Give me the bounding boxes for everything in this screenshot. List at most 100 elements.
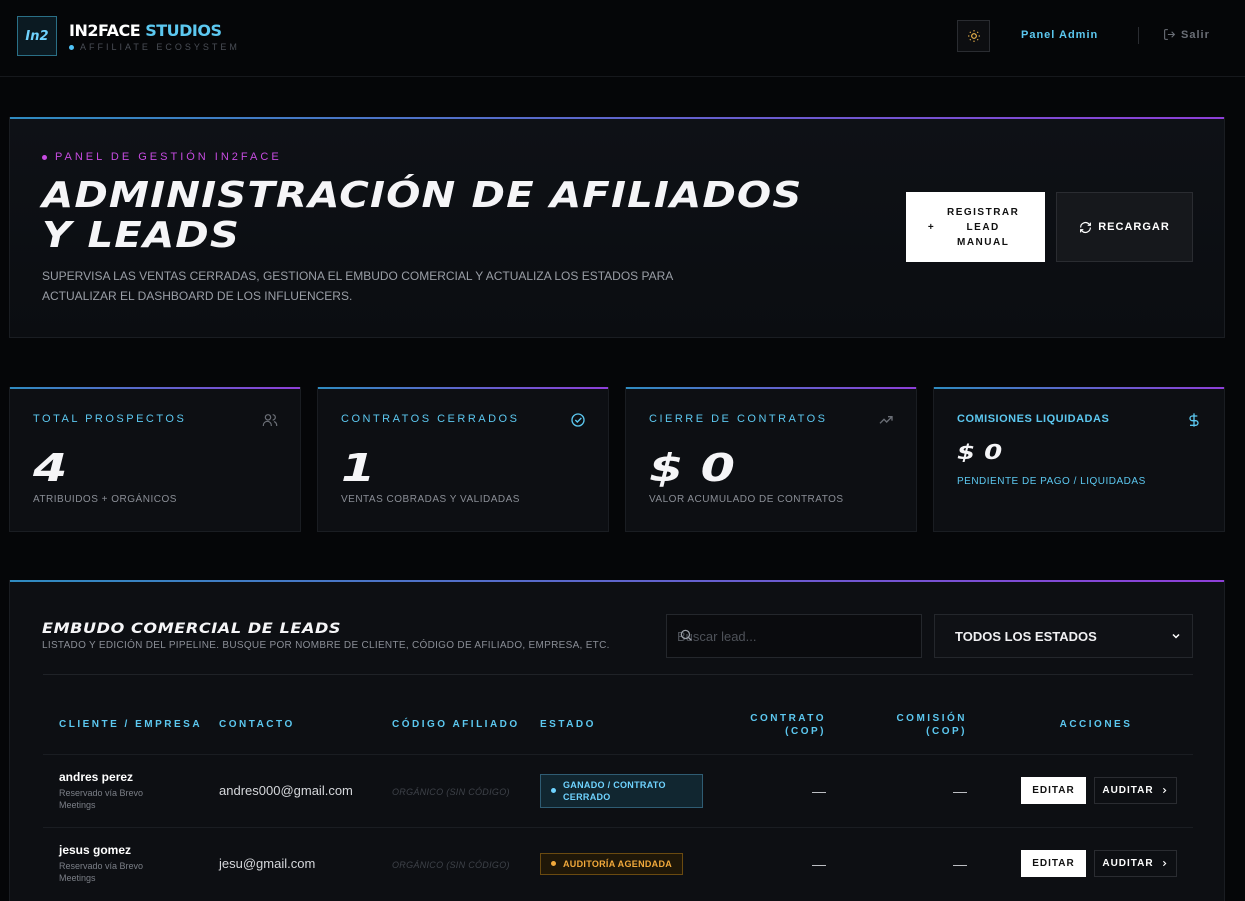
panel-divider <box>43 674 1193 675</box>
search-field[interactable] <box>666 614 922 658</box>
top-bar: In2 IN2FACE STUDIOS AFFILIATE ECOSYSTEM … <box>0 0 1245 77</box>
stat-sub: ATRIBUIDOS + ORGÁNICOS <box>33 494 177 505</box>
status-text: AUDITORÍA AGENDADA <box>563 858 673 869</box>
status-dot <box>551 788 556 793</box>
eyebrow-text: PANEL DE GESTIÓN IN2FACE <box>55 151 282 163</box>
column-header[interactable]: CONTRATO (COP) <box>714 696 842 754</box>
card-gradient-bar <box>626 387 916 389</box>
column-header: ACCIONES <box>1059 719 1133 731</box>
reload-button[interactable]: RECARGAR <box>1056 192 1193 262</box>
edit-button[interactable]: EDITAR <box>1021 850 1086 878</box>
client-source: Reservado vía Brevo Meetings <box>59 861 144 884</box>
refresh-icon <box>1080 221 1092 233</box>
nav-panel-admin[interactable]: Panel Admin <box>1021 29 1098 41</box>
stat-label: CONTRATOS CERRADOS <box>341 413 520 425</box>
actions-cell: EDITAR AUDITAR <box>983 753 1193 827</box>
search-icon <box>680 629 692 641</box>
hero-eyebrow: PANEL DE GESTIÓN IN2FACE <box>42 151 282 163</box>
reload-label: RECARGAR <box>1098 221 1170 233</box>
brand-accent: STUDIOS <box>145 21 222 40</box>
stat-card-closed-contracts: CONTRATOS CERRADOS 1 VENTAS COBRADAS Y V… <box>317 387 609 532</box>
brand-name: IN2FACE STUDIOS <box>69 21 240 40</box>
card-gradient-bar <box>318 387 608 389</box>
stat-label: CIERRE DE CONTRATOS <box>649 413 828 425</box>
stat-value: 4 <box>33 446 68 490</box>
status-dot <box>551 861 556 867</box>
status-dot <box>69 44 74 50</box>
stat-value: $ 0 <box>957 440 1003 464</box>
chevron-down-icon <box>1172 633 1180 639</box>
users-icon <box>262 414 278 426</box>
audit-label: AUDITAR <box>1102 785 1154 796</box>
contact-cell: andres000@gmail.com <box>203 753 376 827</box>
affiliate-code: ORGÁNICO (SIN CÓDIGO) <box>392 786 510 797</box>
register-lead-button[interactable]: + REGISTRAR LEAD MANUAL <box>906 192 1045 262</box>
stat-sub: VENTAS COBRADAS Y VALIDADAS <box>341 494 520 505</box>
logout-label: Salir <box>1181 28 1210 41</box>
status-filter-select[interactable]: TODOS LOS ESTADOS <box>934 614 1193 658</box>
stat-label: TOTAL PROSPECTOS <box>33 413 187 425</box>
column-header[interactable]: COMISIÓN (COP) <box>842 696 983 754</box>
status-text: GANADO / CONTRATO CERRADO <box>563 779 666 802</box>
client-cell: andres perez Reservado vía Brevo Meeting… <box>43 753 203 827</box>
search-input[interactable] <box>677 628 897 644</box>
theme-toggle-button[interactable] <box>957 20 990 52</box>
status-badge: GANADO / CONTRATO CERRADO <box>540 773 703 808</box>
client-email: jesu@gmail.com <box>219 855 316 871</box>
stat-value: $ 0 <box>649 446 735 490</box>
edit-button[interactable]: EDITAR <box>1021 777 1086 804</box>
audit-button[interactable]: AUDITAR <box>1094 777 1177 804</box>
audit-button[interactable]: AUDITAR <box>1094 850 1177 878</box>
stat-label: COMISIONES LIQUIDADAS <box>957 413 1110 425</box>
brand-sub-text: AFFILIATE ECOSYSTEM <box>80 42 240 52</box>
column-header[interactable]: CONTACTO <box>203 696 376 754</box>
stat-card-contract-closing: CIERRE DE CONTRATOS $ 0 VALOR ACUMULADO … <box>625 387 917 532</box>
client-source: Reservado vía Brevo Meetings <box>59 788 144 810</box>
status-cell: AUDITORÍA AGENDADA <box>524 826 714 900</box>
chevron-right-icon <box>1162 787 1167 794</box>
funnel-title: EMBUDO COMERCIAL DE LEADS <box>42 621 342 637</box>
stat-card-commissions: COMISIONES LIQUIDADAS $ 0 PENDIENTE DE P… <box>933 387 1225 532</box>
leads-table: CLIENTE / EMPRESA CONTACTO CÓDIGO AFILIA… <box>43 696 1193 900</box>
logout-button[interactable]: Salir <box>1163 28 1210 41</box>
audit-label: AUDITAR <box>1102 858 1154 870</box>
dollar-icon <box>1189 413 1199 427</box>
commission-value: — <box>842 753 983 827</box>
table-row: andres perez Reservado vía Brevo Meeting… <box>43 753 1193 827</box>
page-title: ADMINISTRACIÓN DE AFILIADOS Y LEADS <box>42 175 803 256</box>
card-gradient-bar <box>10 387 300 389</box>
client-name: andres perez <box>59 770 134 784</box>
page-description: SUPERVISA LAS VENTAS CERRADAS, GESTIONA … <box>42 269 673 303</box>
actions-cell: EDITAR AUDITAR <box>983 826 1193 900</box>
logout-icon <box>1164 29 1176 40</box>
hero-gradient-bar <box>10 117 1224 119</box>
status-filter-value: TODOS LOS ESTADOS <box>955 628 1097 644</box>
brand-subtitle: AFFILIATE ECOSYSTEM <box>69 42 240 52</box>
logo-text: In2 <box>25 28 49 44</box>
client-name: jesus gomez <box>59 843 132 858</box>
sun-icon <box>967 30 980 42</box>
leads-funnel-panel: EMBUDO COMERCIAL DE LEADS LISTADO Y EDIC… <box>9 580 1225 901</box>
contact-cell: jesu@gmail.com <box>203 826 376 900</box>
register-lead-label: REGISTRAR LEAD MANUAL <box>946 206 1020 248</box>
stat-value: 1 <box>341 446 376 490</box>
check-circle-icon <box>571 413 585 427</box>
plus-icon: + <box>927 221 936 233</box>
stat-sub: VALOR ACUMULADO DE CONTRATOS <box>649 494 844 505</box>
hero-section: PANEL DE GESTIÓN IN2FACE ADMINISTRACIÓN … <box>9 117 1225 338</box>
affiliate-code: ORGÁNICO (SIN CÓDIGO) <box>392 859 510 870</box>
logo[interactable]: In2 <box>17 16 57 56</box>
table-row: jesus gomez Reservado vía Brevo Meetings… <box>43 826 1193 900</box>
column-header[interactable]: CÓDIGO AFILIADO <box>376 696 524 754</box>
table-header-row: CLIENTE / EMPRESA CONTACTO CÓDIGO AFILIA… <box>43 696 1193 754</box>
stat-card-total-prospects: TOTAL PROSPECTOS 4 ATRIBUIDOS + ORGÁNICO… <box>9 387 301 532</box>
stat-sub: PENDIENTE DE PAGO / LIQUIDADAS <box>957 476 1146 487</box>
funnel-subtitle: LISTADO Y EDICIÓN DEL PIPELINE. BUSQUE P… <box>42 640 610 651</box>
status-badge: AUDITORÍA AGENDADA <box>540 852 684 875</box>
column-header[interactable]: ESTADO <box>524 696 714 754</box>
client-cell: jesus gomez Reservado vía Brevo Meetings <box>43 826 203 900</box>
brand-main: IN2FACE <box>69 21 141 40</box>
eyebrow-dot <box>42 154 47 160</box>
code-cell: ORGÁNICO (SIN CÓDIGO) <box>376 826 524 900</box>
column-header[interactable]: CLIENTE / EMPRESA <box>43 696 203 754</box>
